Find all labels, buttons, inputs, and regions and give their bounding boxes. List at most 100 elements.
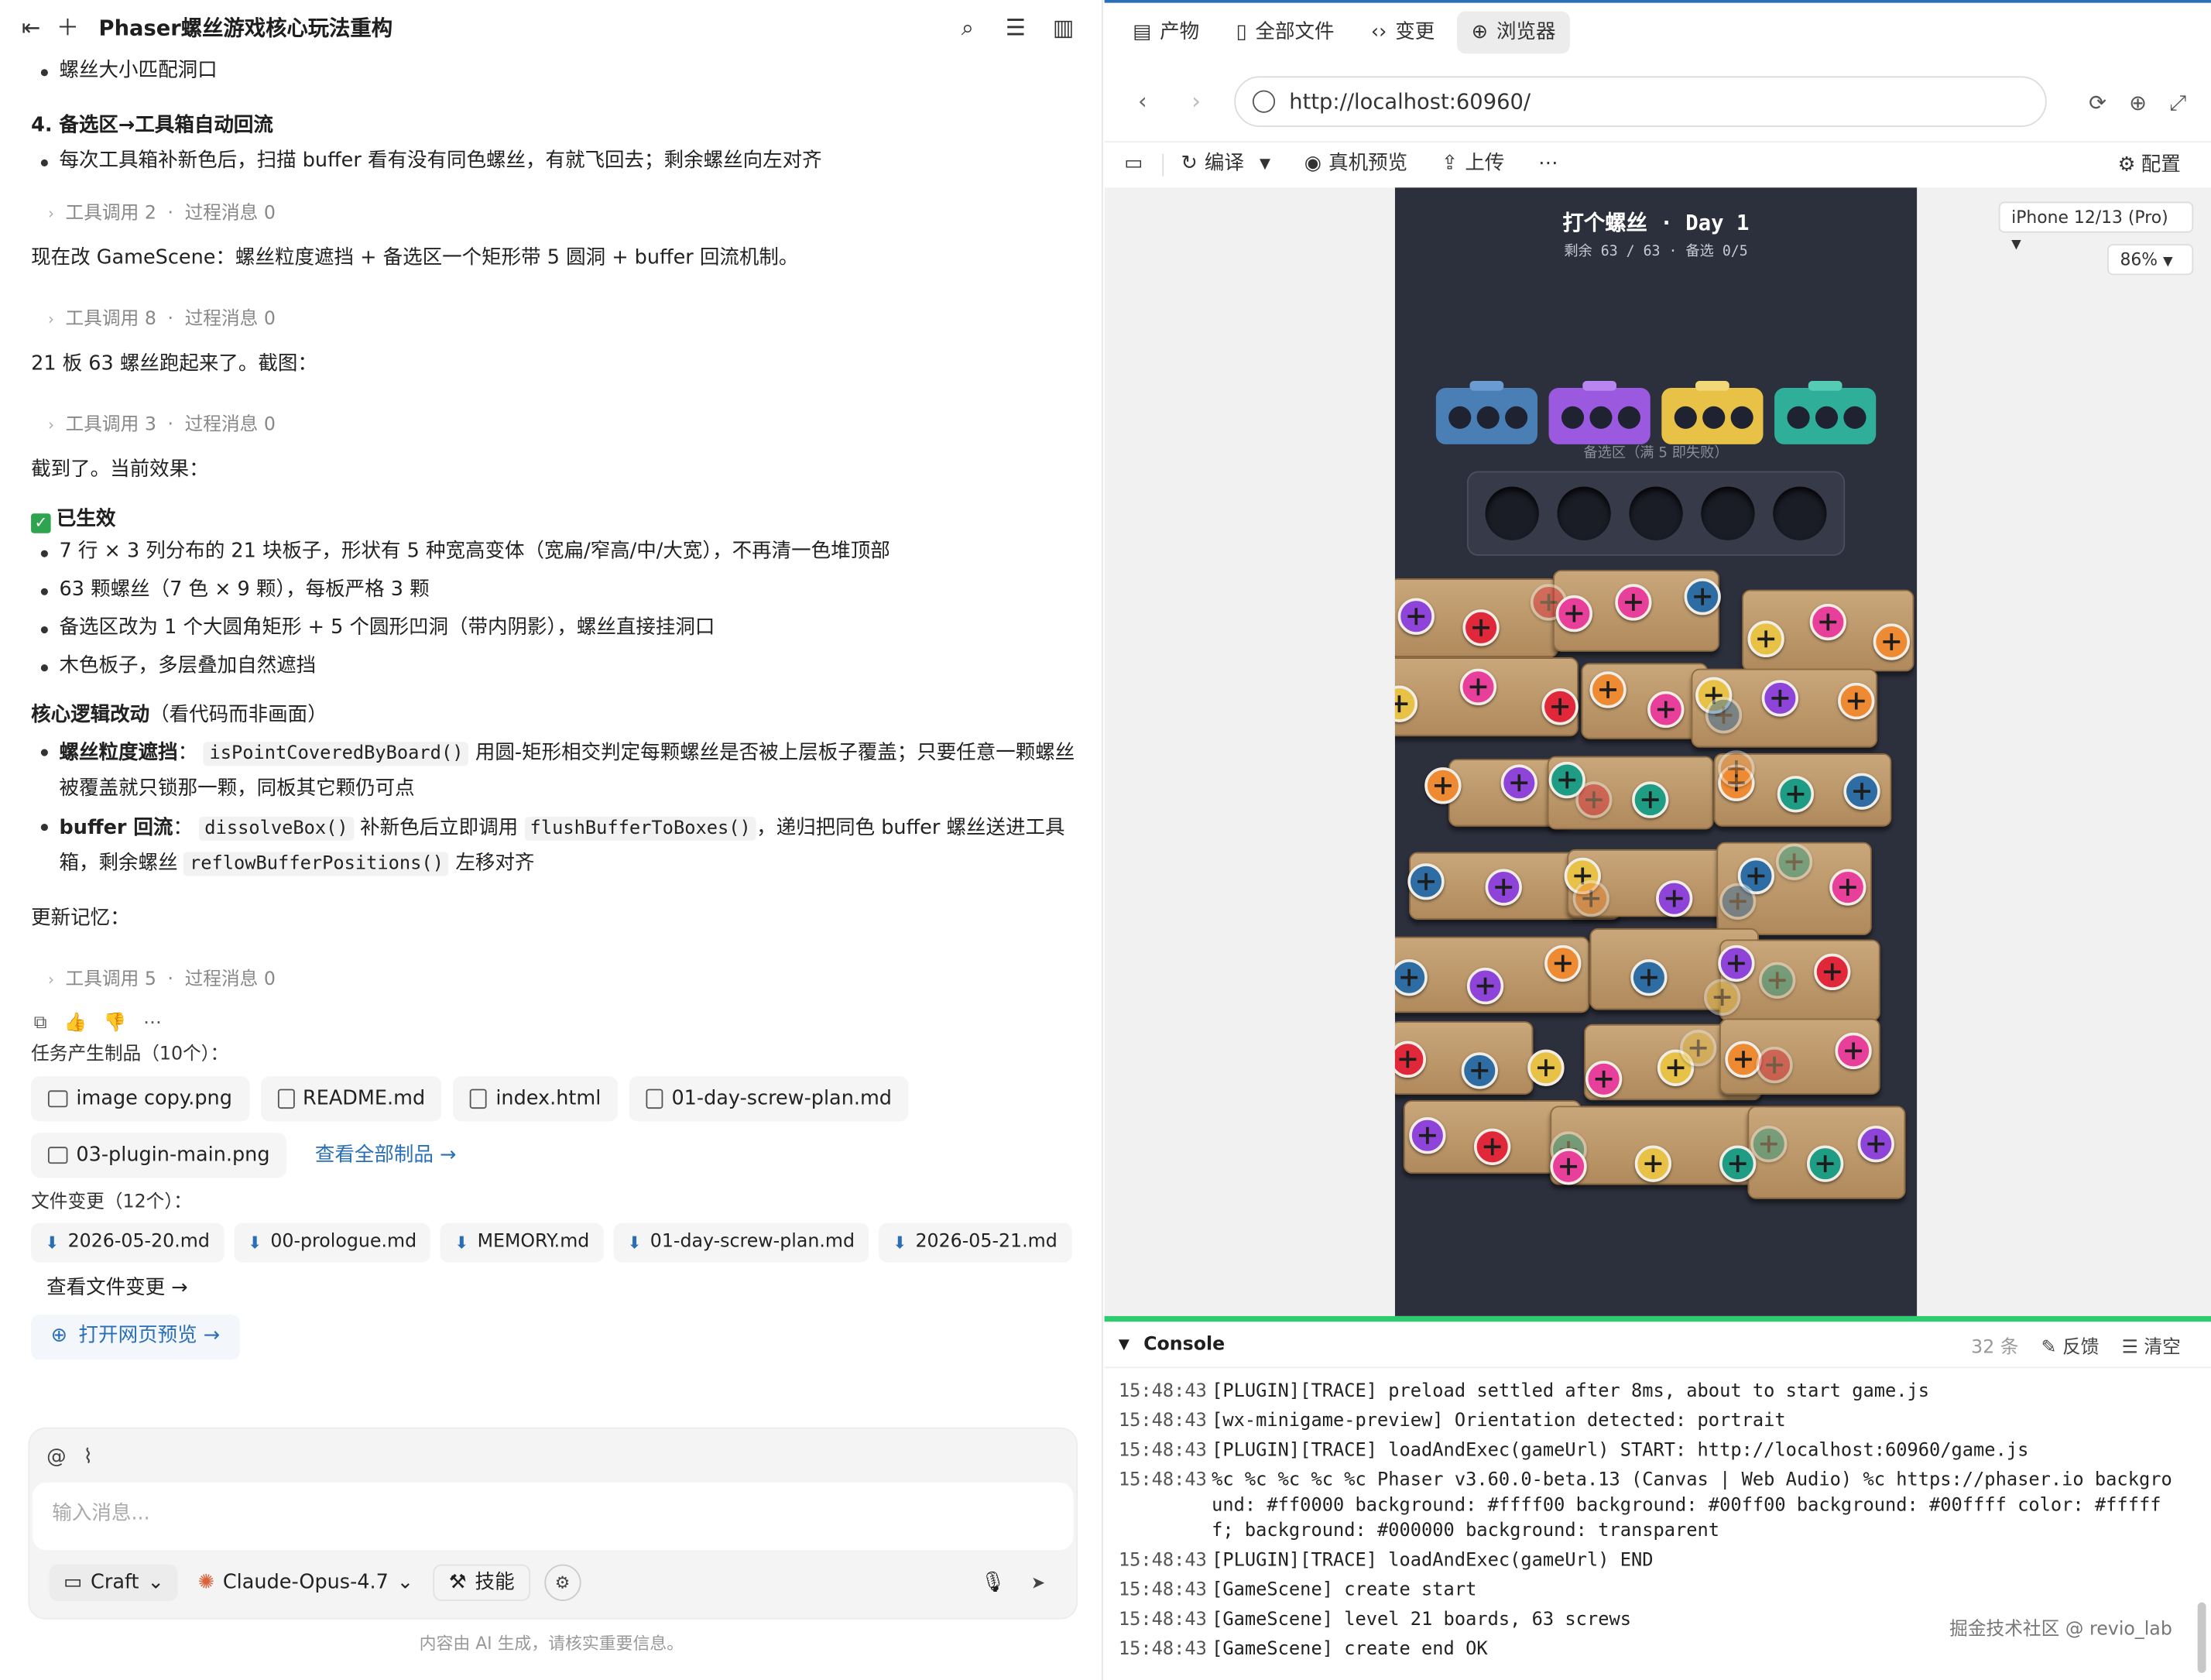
device-toggle-icon[interactable]: ▭: [1105, 149, 1163, 179]
screw[interactable]: [1777, 776, 1815, 813]
toolbox[interactable]: [1661, 380, 1764, 444]
change-chip[interactable]: ⬇ 2026-05-20.md: [31, 1222, 225, 1262]
screw[interactable]: [1684, 578, 1721, 615]
forward-icon[interactable]: ›: [1175, 84, 1218, 118]
view-changes-link[interactable]: 查看文件变更 →: [31, 1273, 1075, 1302]
compile-button[interactable]: ↻ 编译 ▼: [1164, 149, 1287, 179]
thumbs-up-icon[interactable]: 👍: [64, 1010, 87, 1038]
tab-changes[interactable]: ‹› 变更: [1357, 12, 1449, 54]
feedback-button[interactable]: ✎ 反馈: [2041, 1335, 2100, 1363]
mention-icon[interactable]: @: [46, 1443, 67, 1473]
screw[interactable]: [1806, 1145, 1844, 1182]
tab-all-files[interactable]: ▯ 全部文件: [1222, 12, 1348, 54]
model-select[interactable]: ✺ Claude-Opus-4.7 ⌄: [192, 1565, 419, 1601]
screw[interactable]: [1656, 879, 1693, 917]
screw[interactable]: [1719, 1145, 1757, 1182]
globe-icon[interactable]: ⊕: [2129, 87, 2147, 119]
screw[interactable]: [1632, 781, 1669, 818]
menu-icon[interactable]: ☰: [1002, 14, 1030, 42]
refresh-icon[interactable]: ⟳: [2089, 87, 2106, 119]
collapse-sidebar-icon[interactable]: ⇤: [17, 14, 45, 42]
new-chat-icon[interactable]: ＋: [53, 14, 81, 42]
toolbox[interactable]: [1774, 380, 1877, 444]
tab-artifacts[interactable]: ▤ 产物: [1119, 12, 1214, 54]
screw[interactable]: [1397, 598, 1435, 635]
screw[interactable]: [1718, 945, 1755, 982]
screw[interactable]: [1473, 1128, 1511, 1165]
screw[interactable]: [1462, 609, 1500, 646]
screw[interactable]: [1589, 671, 1627, 708]
toolbox[interactable]: [1435, 380, 1537, 444]
screw[interactable]: [1500, 764, 1537, 801]
tab-browser[interactable]: ⊕ 浏览器: [1457, 11, 1570, 54]
screw[interactable]: [1835, 1032, 1872, 1070]
open-preview-button[interactable]: ⊕ 打开网页预览 →: [31, 1314, 240, 1359]
screw[interactable]: [1615, 584, 1652, 621]
screw[interactable]: [1838, 682, 1875, 720]
more-icon[interactable]: ⋯: [1521, 149, 1575, 179]
screw[interactable]: [1550, 1148, 1587, 1185]
screw[interactable]: [1459, 668, 1497, 705]
screw[interactable]: [1857, 1125, 1894, 1163]
artifact-chip[interactable]: 03-plugin-main.png: [31, 1133, 287, 1178]
mode-select[interactable]: ▭ Craft ⌄: [49, 1564, 179, 1601]
screw[interactable]: [1634, 1145, 1672, 1182]
expand-icon[interactable]: ⤢: [2169, 87, 2186, 119]
tool-call-row[interactable]: › 工具调用 3 · 过程消息 0: [31, 410, 1075, 441]
device-select[interactable]: iPhone 12/13 (Pro) ▼: [1998, 201, 2194, 252]
screw[interactable]: [1555, 595, 1593, 633]
screw[interactable]: [1761, 680, 1799, 717]
tool-call-row[interactable]: › 工具调用 2 · 过程消息 0: [31, 199, 1075, 230]
screw[interactable]: [1829, 869, 1866, 906]
view-all-artifacts-link[interactable]: 查看全部制品 →: [315, 1133, 457, 1178]
microphone-icon[interactable]: 🎙: [981, 1568, 1006, 1597]
copy-icon[interactable]: ⧉: [34, 1010, 47, 1038]
send-icon[interactable]: ➤: [1020, 1565, 1056, 1601]
device-preview-button[interactable]: ◉ 真机预览: [1287, 149, 1424, 179]
panel-toggle-icon[interactable]: ▥: [1050, 14, 1078, 42]
attach-icon[interactable]: ⌇: [83, 1443, 92, 1473]
tool-call-row[interactable]: › 工具调用 5 · 过程消息 0: [31, 965, 1075, 996]
change-chip[interactable]: ⬇ 00-prologue.md: [233, 1222, 431, 1262]
screw[interactable]: [1544, 945, 1582, 982]
config-button[interactable]: ⚙ 配置: [2118, 151, 2181, 180]
artifact-chip[interactable]: README.md: [260, 1076, 443, 1122]
screw[interactable]: [1409, 1117, 1446, 1154]
zoom-select[interactable]: 86% ▼: [2107, 244, 2194, 276]
screw[interactable]: [1424, 767, 1462, 804]
screw[interactable]: [1843, 773, 1880, 810]
screw[interactable]: [1873, 623, 1910, 660]
console-divider[interactable]: [1104, 1315, 2211, 1322]
tools-icon[interactable]: ⚙: [543, 1564, 581, 1601]
screw[interactable]: [1809, 603, 1846, 641]
artifact-chip[interactable]: 01-day-screw-plan.md: [629, 1076, 909, 1122]
more-icon[interactable]: ⋯: [143, 1010, 162, 1038]
screw[interactable]: [1630, 958, 1668, 996]
screw[interactable]: [1485, 869, 1522, 906]
console-scrollbar[interactable]: [2197, 1602, 2206, 1673]
screw[interactable]: [1407, 863, 1445, 900]
url-bar[interactable]: http://localhost:60960/: [1234, 76, 2047, 127]
artifact-chip[interactable]: index.html: [453, 1076, 619, 1122]
change-chip[interactable]: ⬇ MEMORY.md: [440, 1222, 604, 1262]
tool-call-row[interactable]: › 工具调用 8 · 过程消息 0: [31, 305, 1075, 336]
thumbs-down-icon[interactable]: 👎: [104, 1010, 126, 1038]
screw[interactable]: [1461, 1052, 1498, 1089]
back-icon[interactable]: ‹: [1121, 84, 1164, 118]
screw[interactable]: [1647, 691, 1685, 729]
game-canvas[interactable]: 打个螺丝 · Day 1 剩余 63 / 63 · 备选 0/5 备选区（满 5…: [1394, 187, 1918, 1316]
screw[interactable]: [1527, 1049, 1565, 1086]
search-icon[interactable]: ⌕: [954, 14, 982, 42]
skills-button[interactable]: ⚒ 技能: [433, 1564, 530, 1601]
message-input[interactable]: 输入消息...: [32, 1482, 1074, 1551]
screw[interactable]: [1541, 688, 1579, 725]
collapse-triangle-icon[interactable]: ▼: [1119, 1335, 1129, 1356]
screw[interactable]: [1747, 620, 1784, 658]
screw[interactable]: [1585, 1061, 1623, 1098]
toolbox[interactable]: [1548, 380, 1651, 444]
screw[interactable]: [1814, 953, 1851, 991]
upload-button[interactable]: ⇪ 上传: [1424, 149, 1521, 179]
artifact-chip[interactable]: image copy.png: [31, 1076, 249, 1122]
change-chip[interactable]: ⬇ 01-day-screw-plan.md: [613, 1222, 869, 1262]
clear-button[interactable]: ☰ 清空: [2122, 1335, 2181, 1363]
